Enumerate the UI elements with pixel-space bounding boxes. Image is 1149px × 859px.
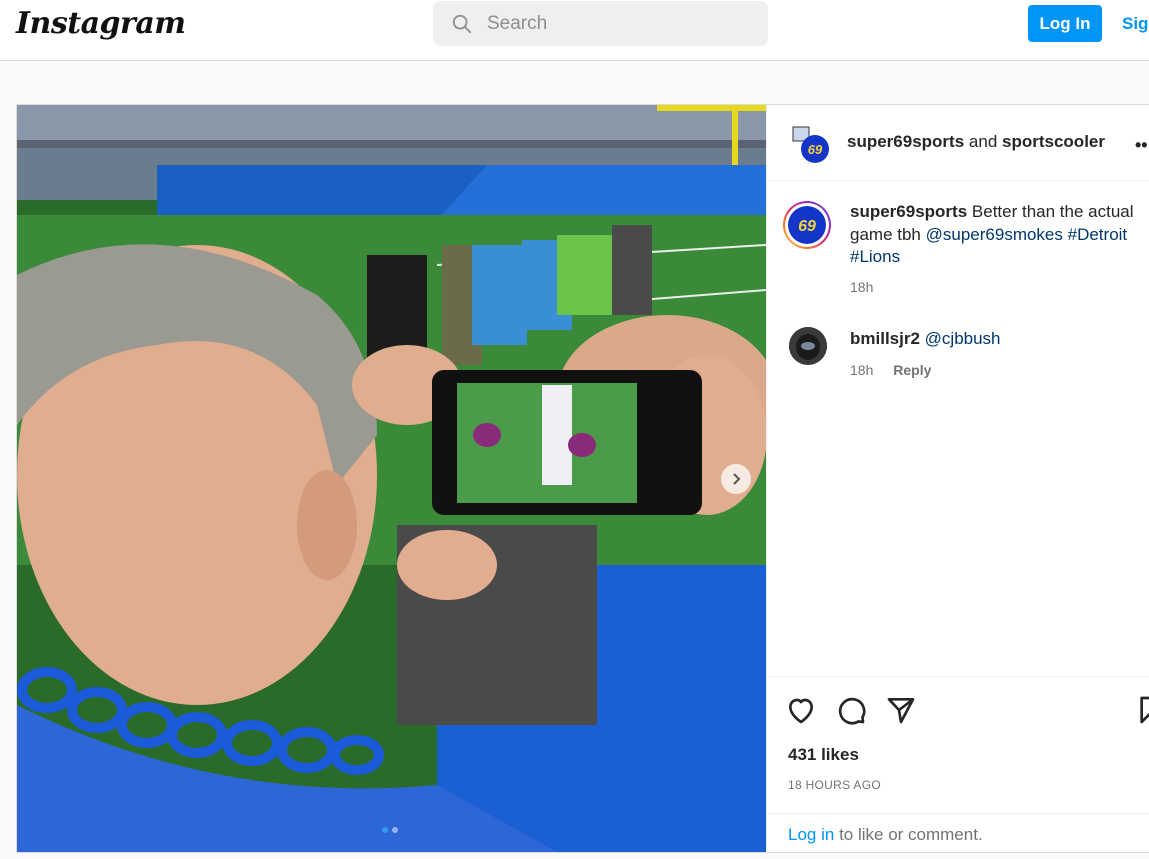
author-username[interactable]: super69sports [847,132,964,151]
post-photo-illustration [17,105,766,852]
search-icon [452,14,472,33]
caption-hashtag[interactable]: #Lions [850,247,900,266]
share-icon[interactable] [885,694,917,726]
bookmark-icon[interactable] [1135,694,1149,726]
top-navigation-bar: Instagram Log In Sign Up [0,0,1149,61]
login-prompt-text: to like or comment. [839,825,983,844]
caption-timestamp[interactable]: 18h [850,279,873,295]
comment-mention[interactable]: @cjbbush [925,329,1001,348]
carousel-next-button[interactable] [721,464,751,494]
post-side-panel: 69 super69sports and sportscooler •• 69 … [766,105,1149,852]
post-header: 69 super69sports and sportscooler •• [767,105,1149,181]
commenter-avatar-image [789,327,827,365]
post-authors: super69sports and sportscooler [847,132,1105,152]
collab-avatar[interactable]: 69 [791,125,829,163]
chevron-right-icon [733,473,741,485]
svg-text:69: 69 [808,142,823,157]
post-actions [767,676,1149,746]
heart-icon[interactable] [785,694,817,726]
search-input[interactable] [487,12,737,35]
post-photo[interactable] [17,105,766,852]
comment-timestamp[interactable]: 18h [850,362,873,378]
carousel-indicator [382,827,398,833]
caption-hashtag[interactable]: #Detroit [1068,225,1128,244]
post-timestamp[interactable]: 18 HOURS AGO [788,778,881,792]
post-container: 69 super69sports and sportscooler •• 69 … [16,104,1149,853]
login-link[interactable]: Log in [788,825,834,844]
svg-text:69: 69 [798,218,816,235]
comment-text: bmillsjr2 @cjbbush [850,329,1001,349]
commenter-username[interactable]: bmillsjr2 [850,329,920,348]
likes-count[interactable]: 431 likes [788,745,859,765]
login-prompt: Log in to like or comment. [767,813,1149,853]
caption-avatar[interactable]: 69 [783,201,831,249]
instagram-logo[interactable]: Instagram [16,6,186,41]
search-box[interactable] [433,1,768,46]
carousel-dot [392,827,398,833]
comment-icon[interactable] [835,694,867,726]
signup-link[interactable]: Sign Up [1122,14,1149,34]
more-options-icon[interactable]: •• [1135,135,1148,156]
coauthor-username[interactable]: sportscooler [1002,132,1105,151]
author-joiner: and [968,132,998,151]
caption-text: super69sports Better than the actual gam… [850,201,1149,269]
caption-username[interactable]: super69sports [850,202,967,221]
login-button[interactable]: Log In [1028,5,1102,42]
comment-meta: 18h Reply [850,362,931,378]
carousel-dot-active [382,827,388,833]
reply-button[interactable]: Reply [893,362,931,378]
caption-mention[interactable]: @super69smokes [926,225,1063,244]
commenter-avatar[interactable] [789,327,827,365]
caption-avatar-image: 69 [785,203,829,247]
